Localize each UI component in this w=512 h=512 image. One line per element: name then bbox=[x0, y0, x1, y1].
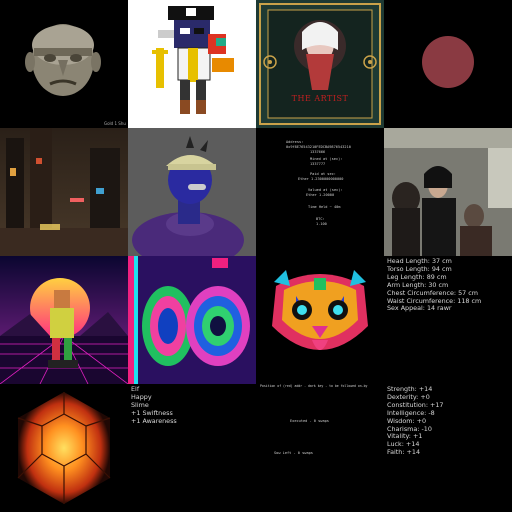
tile-rainy-city bbox=[0, 128, 128, 256]
synthwave-robot-icon bbox=[0, 256, 128, 384]
tile-molten-orb bbox=[0, 384, 128, 512]
blue-figure-icon bbox=[128, 128, 256, 256]
elf-stat: +1 Awareness bbox=[131, 416, 177, 425]
readout-line: Paid at sec: bbox=[310, 172, 336, 176]
dark-text-line: Executed - 0 swaps bbox=[290, 419, 329, 423]
pixel-pirate-icon bbox=[128, 0, 256, 128]
readout-line: 1337666 bbox=[310, 150, 326, 154]
molten-orb-icon bbox=[0, 384, 128, 512]
red-circle-icon bbox=[422, 36, 474, 88]
tile-dark-text: Position of (red) addr - dark key - to b… bbox=[256, 384, 384, 512]
art-deco-poster-icon bbox=[256, 0, 384, 128]
elf-stat: Happy bbox=[131, 392, 152, 401]
attributes-list: Strength: +14 Dexterity: +0 Constitution… bbox=[384, 384, 512, 459]
rainy-city-icon bbox=[0, 128, 128, 256]
readout-line: Ether 1.20000 bbox=[306, 193, 335, 197]
tile-attributes: Strength: +14 Dexterity: +0 Constitution… bbox=[384, 384, 512, 512]
image-grid: THE ARTIST Address: 0x9f8E76543210FEDCBA… bbox=[0, 0, 512, 512]
body-stats-list: Head Length: 37 cm Torso Length: 94 cm L… bbox=[384, 256, 512, 315]
readout-line: Ether 1.2300000000000 bbox=[298, 177, 344, 181]
readout-line: Time Held ~ 40m bbox=[308, 205, 341, 209]
tile-stone-head bbox=[0, 0, 128, 128]
neon-tiger-icon bbox=[256, 256, 384, 384]
readout-line: BTC: bbox=[316, 217, 325, 221]
tile-elf-stats: Elf Happy Slime +1 Swiftness +1 Awarenes… bbox=[128, 384, 256, 512]
readout-line: Mined at (sec): bbox=[310, 157, 343, 161]
readout-line: 0x9f8E76543210FEDCBA9876543210 bbox=[286, 145, 351, 149]
tile-psychedelic bbox=[128, 256, 256, 384]
poster-title: THE ARTIST bbox=[291, 94, 349, 103]
tile-pixel-pirate bbox=[128, 0, 256, 128]
tile-subway-crowd bbox=[384, 128, 512, 256]
tile-body-stats: Head Length: 37 cm Torso Length: 94 cm L… bbox=[384, 256, 512, 384]
tile-readout: Address: 0x9f8E76543210FEDCBA9876543210 … bbox=[256, 128, 384, 256]
tile-blue-figure bbox=[128, 128, 256, 256]
readout-line: Valued at (sec): bbox=[308, 188, 343, 192]
dark-text-line: Position of (red) addr - dark key - to b… bbox=[260, 384, 368, 388]
psychedelic-rings-icon bbox=[128, 256, 256, 384]
tile-synthwave bbox=[0, 256, 128, 384]
stone-head-caption: Gold 1 Shu bbox=[104, 121, 126, 126]
readout-line: Address: bbox=[286, 140, 304, 144]
stone-head-icon bbox=[25, 24, 101, 96]
readout-line: 1337777 bbox=[310, 162, 326, 166]
tile-deco-poster: THE ARTIST bbox=[256, 0, 384, 128]
subway-crowd-icon bbox=[384, 128, 512, 256]
readout-line: 1.100 bbox=[316, 222, 327, 226]
tile-red-circle bbox=[384, 0, 512, 128]
attribute: Faith: +14 bbox=[387, 448, 421, 457]
body-stat: Sex Appeal: 14 rawr bbox=[387, 304, 452, 313]
tile-neon-tiger bbox=[256, 256, 384, 384]
dark-text-line: Sow Left - 0 swaps bbox=[274, 451, 313, 455]
elf-stats-list: Elf Happy Slime +1 Swiftness +1 Awarenes… bbox=[128, 384, 256, 428]
